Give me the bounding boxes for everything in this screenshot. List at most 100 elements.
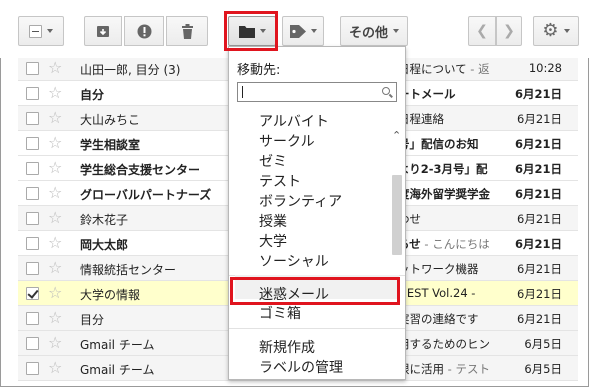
star-icon[interactable]: ☆ bbox=[48, 83, 62, 102]
email-sender: 学生総合支援センター bbox=[80, 163, 201, 177]
row-checkbox[interactable] bbox=[26, 262, 39, 275]
email-date: 6月21日 bbox=[514, 87, 562, 101]
email-subject: わせ bbox=[398, 211, 510, 227]
chevron-right-icon: ❯ bbox=[503, 23, 515, 39]
star-icon[interactable]: ☆ bbox=[48, 158, 62, 177]
star-icon[interactable]: ☆ bbox=[48, 58, 62, 77]
trash-icon bbox=[181, 23, 193, 39]
email-subject: より2-3月号」配 bbox=[398, 161, 510, 177]
email-subject-text: GEST Vol.24 - bbox=[398, 286, 476, 300]
labels-button[interactable] bbox=[282, 16, 324, 46]
email-subject: 眼に活用 - テスト bbox=[398, 361, 510, 377]
menu-item-label[interactable]: ボランティア bbox=[259, 191, 342, 211]
email-sender: 岡大太郎 bbox=[80, 238, 129, 252]
email-sender: 自分 bbox=[80, 88, 105, 102]
menu-item-label[interactable]: アルバイト bbox=[259, 111, 329, 131]
gear-icon: ⚙ bbox=[542, 20, 559, 41]
email-subject: ットワーク機器 bbox=[398, 261, 510, 277]
archive-icon bbox=[97, 25, 109, 37]
row-checkbox[interactable] bbox=[26, 162, 39, 175]
email-subject: GEST Vol.24 - bbox=[398, 286, 510, 300]
email-date: 6月21日 bbox=[514, 187, 562, 201]
text-cursor bbox=[242, 86, 243, 98]
email-date: 6月21日 bbox=[517, 262, 562, 276]
scroll-up-icon[interactable]: ⌃ bbox=[392, 129, 401, 142]
email-date: 6月21日 bbox=[517, 312, 562, 326]
star-icon[interactable]: ☆ bbox=[48, 183, 62, 202]
highlight-spam-item bbox=[230, 277, 400, 305]
star-icon[interactable]: ☆ bbox=[48, 333, 62, 352]
older-button[interactable]: ❯ bbox=[496, 16, 522, 46]
menu-item-label[interactable]: サークル bbox=[259, 131, 315, 151]
settings-button[interactable]: ⚙ bbox=[533, 16, 579, 46]
archive-button[interactable] bbox=[84, 16, 122, 46]
email-subject: 実習の連絡です bbox=[398, 311, 510, 327]
email-date: 6月21日 bbox=[517, 112, 562, 126]
email-subject: 日程連絡 bbox=[398, 111, 510, 127]
row-checkbox[interactable] bbox=[26, 337, 39, 350]
move-to-menu: 移動先: アルバイトサークルゼミテストボランティア授業大学ソーシャル ⌃ ⌄ 迷… bbox=[228, 46, 406, 380]
email-date: 6月5日 bbox=[524, 362, 562, 376]
email-subject: 日程について - 返 bbox=[398, 61, 510, 77]
menu-item-label[interactable]: テスト bbox=[259, 171, 301, 191]
menu-item-create-new[interactable]: 新規作成 bbox=[259, 337, 315, 357]
star-icon[interactable]: ☆ bbox=[48, 308, 62, 327]
chevron-down-icon bbox=[310, 29, 317, 33]
select-checkbox-icon bbox=[29, 24, 42, 38]
star-icon[interactable]: ☆ bbox=[48, 358, 62, 377]
star-icon[interactable]: ☆ bbox=[48, 283, 62, 302]
email-subject-text: より2-3月号」配 bbox=[398, 162, 488, 176]
menu-item-manage-labels[interactable]: ラベルの管理 bbox=[259, 357, 343, 377]
star-icon[interactable]: ☆ bbox=[48, 108, 62, 127]
email-date: 10:28 bbox=[528, 61, 562, 75]
menu-item-label[interactable]: ゼミ bbox=[259, 151, 287, 171]
row-checkbox[interactable] bbox=[26, 62, 39, 75]
row-checkbox[interactable] bbox=[26, 112, 39, 125]
newer-button[interactable]: ❮ bbox=[468, 16, 496, 46]
row-checkbox[interactable] bbox=[26, 312, 39, 325]
row-checkbox[interactable] bbox=[26, 237, 39, 250]
email-sender: Gmail チーム bbox=[80, 338, 155, 352]
email-date: 6月21日 bbox=[514, 162, 562, 176]
row-checkbox[interactable] bbox=[26, 187, 39, 200]
highlight-move-button bbox=[224, 11, 278, 51]
row-checkbox[interactable] bbox=[26, 287, 39, 300]
scrollbar-thumb[interactable] bbox=[392, 175, 402, 255]
menu-item-label[interactable]: 授業 bbox=[259, 211, 287, 231]
email-subject-text: ットワーク機器 bbox=[398, 262, 479, 276]
email-subject: 用するためのヒン bbox=[398, 336, 510, 352]
star-icon[interactable]: ☆ bbox=[48, 208, 62, 227]
row-checkbox[interactable] bbox=[26, 137, 39, 150]
spam-warning-icon bbox=[137, 24, 151, 38]
more-button[interactable]: その他 bbox=[340, 16, 408, 46]
email-sender: 大学の情報 bbox=[80, 288, 141, 302]
star-icon[interactable]: ☆ bbox=[48, 258, 62, 277]
row-checkbox[interactable] bbox=[26, 362, 39, 375]
menu-title: 移動先: bbox=[237, 63, 281, 78]
email-subject-text: 度海外留学奨学金 bbox=[398, 187, 490, 201]
menu-item-trash[interactable]: ゴミ箱 bbox=[259, 303, 301, 323]
label-search-input[interactable] bbox=[237, 82, 397, 102]
row-checkbox[interactable] bbox=[26, 212, 39, 225]
star-icon[interactable]: ☆ bbox=[48, 133, 62, 152]
search-icon bbox=[382, 87, 390, 95]
email-date: 6月21日 bbox=[517, 212, 562, 226]
row-checkbox[interactable] bbox=[26, 87, 39, 100]
email-date: 6月5日 bbox=[524, 337, 562, 351]
email-subject-text: ートメール bbox=[398, 87, 456, 101]
report-spam-button[interactable] bbox=[124, 16, 164, 46]
email-subject: 号」配信のお知 bbox=[398, 136, 510, 152]
email-sender: 学生相談室 bbox=[80, 138, 141, 152]
star-icon[interactable]: ☆ bbox=[48, 233, 62, 252]
delete-button[interactable] bbox=[166, 16, 208, 46]
label-list-scrollbar[interactable]: ⌃ ⌄ bbox=[391, 129, 403, 299]
chevron-left-icon: ❮ bbox=[476, 23, 488, 39]
select-all-button[interactable] bbox=[18, 16, 64, 46]
email-subject-text: 日程について bbox=[398, 62, 467, 76]
menu-item-label[interactable]: ソーシャル bbox=[259, 251, 329, 271]
email-date: 6月21日 bbox=[514, 237, 562, 251]
menu-item-label[interactable]: 大学 bbox=[259, 231, 287, 251]
email-sender: 目分 bbox=[80, 313, 105, 327]
menu-divider bbox=[229, 328, 405, 329]
label-tag-icon bbox=[289, 24, 306, 38]
